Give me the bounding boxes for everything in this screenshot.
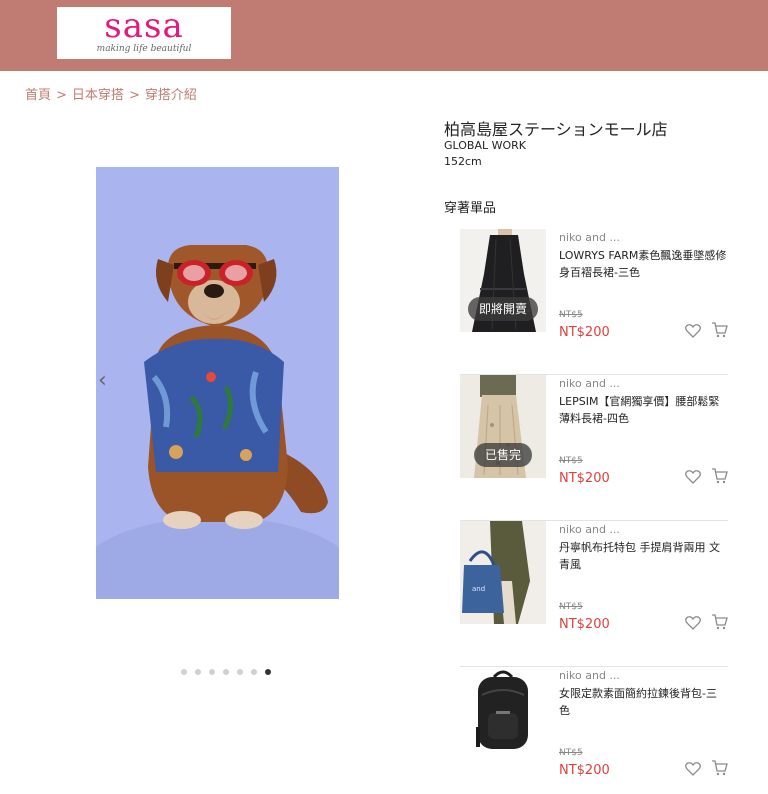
breadcrumb-separator: > <box>56 88 67 103</box>
model-height: 152cm <box>444 155 482 168</box>
product-image[interactable] <box>460 667 546 770</box>
product-card[interactable]: 即將開賣 niko and ... LOWRYS FARM素色飄逸垂墜感修身百褶… <box>460 229 728 375</box>
heart-icon[interactable] <box>685 761 701 780</box>
carousel-dot[interactable] <box>195 669 201 675</box>
sale-price: NT$200 <box>559 325 610 340</box>
logo-wordmark: sasa <box>104 6 184 46</box>
product-card[interactable]: 已售完 niko and ... LEPSIM【官網獨享價】腰部鬆緊薄料長裙-四… <box>460 375 728 521</box>
sasa-logo[interactable]: sasa making life beautiful <box>57 7 231 59</box>
store-title: 柏高島屋ステーションモール店 <box>444 120 668 139</box>
sale-price: NT$200 <box>559 617 610 632</box>
sold-out-badge: 已售完 <box>474 443 533 467</box>
carousel-dot[interactable] <box>223 669 229 675</box>
breadcrumb: 首頁 > 日本穿搭 > 穿搭介紹 <box>25 84 197 103</box>
cart-icon[interactable] <box>711 322 728 342</box>
product-brand[interactable]: niko and ... <box>559 523 620 536</box>
product-name[interactable]: LEPSIM【官網獨享價】腰部鬆緊薄料長裙-四色 <box>559 393 727 427</box>
product-image[interactable]: 已售完 <box>460 375 546 478</box>
heart-icon[interactable] <box>685 615 701 634</box>
coming-soon-badge: 即將開賣 <box>468 297 539 321</box>
outfit-photo <box>96 167 339 599</box>
cart-icon[interactable] <box>711 760 728 780</box>
breadcrumb-japan-style[interactable]: 日本穿搭 <box>72 84 124 103</box>
carousel-dot[interactable] <box>237 669 243 675</box>
cart-icon[interactable] <box>711 614 728 634</box>
logo-tagline: making life beautiful <box>96 44 192 54</box>
product-brand[interactable]: niko and ... <box>559 669 620 682</box>
svg-text:and: and <box>472 585 485 593</box>
breadcrumb-outfit-intro[interactable]: 穿搭介紹 <box>145 84 197 103</box>
product-name[interactable]: LOWRYS FARM素色飄逸垂墜感修身百褶長裙-三色 <box>559 247 727 281</box>
breadcrumb-separator: > <box>128 88 140 103</box>
items-heading: 穿著單品 <box>444 201 497 216</box>
product-name[interactable]: 丹寧帆布托特包 手提肩背兩用 文青風 <box>559 539 727 573</box>
tote-bag-image: and <box>460 521 546 624</box>
product-image[interactable]: and <box>460 521 546 624</box>
original-price: NT$5 <box>559 310 583 320</box>
original-price: NT$5 <box>559 748 583 758</box>
product-image[interactable]: 即將開賣 <box>460 229 546 332</box>
heart-icon[interactable] <box>685 469 701 488</box>
cart-icon[interactable] <box>711 468 728 488</box>
product-name[interactable]: 女限定款素面簡約拉鍊後背包-三色 <box>559 685 727 719</box>
carousel-dot[interactable] <box>251 669 257 675</box>
gallery-pagination <box>181 669 271 675</box>
dog-photo <box>96 167 339 599</box>
breadcrumb-home[interactable]: 首頁 <box>25 84 51 103</box>
product-brand[interactable]: niko and ... <box>559 377 620 390</box>
product-card[interactable]: and niko and ... 丹寧帆布托特包 手提肩背兩用 文青風 NT$5… <box>460 521 728 667</box>
store-brand: GLOBAL WORK <box>444 139 527 152</box>
original-price: NT$5 <box>559 456 583 466</box>
carousel-dot[interactable] <box>181 669 187 675</box>
site-header: sasa making life beautiful <box>0 0 768 71</box>
carousel-dot[interactable] <box>209 669 215 675</box>
sale-price: NT$200 <box>559 471 610 486</box>
backpack-image <box>460 667 546 770</box>
original-price: NT$5 <box>559 602 583 612</box>
heart-icon[interactable] <box>685 323 701 342</box>
gallery-prev-button[interactable]: ‹ <box>98 368 107 393</box>
product-brand[interactable]: niko and ... <box>559 231 620 244</box>
carousel-dot[interactable] <box>265 669 271 675</box>
sale-price: NT$200 <box>559 763 610 778</box>
product-card[interactable]: niko and ... 女限定款素面簡約拉鍊後背包-三色 NT$5 NT$20… <box>460 667 728 794</box>
